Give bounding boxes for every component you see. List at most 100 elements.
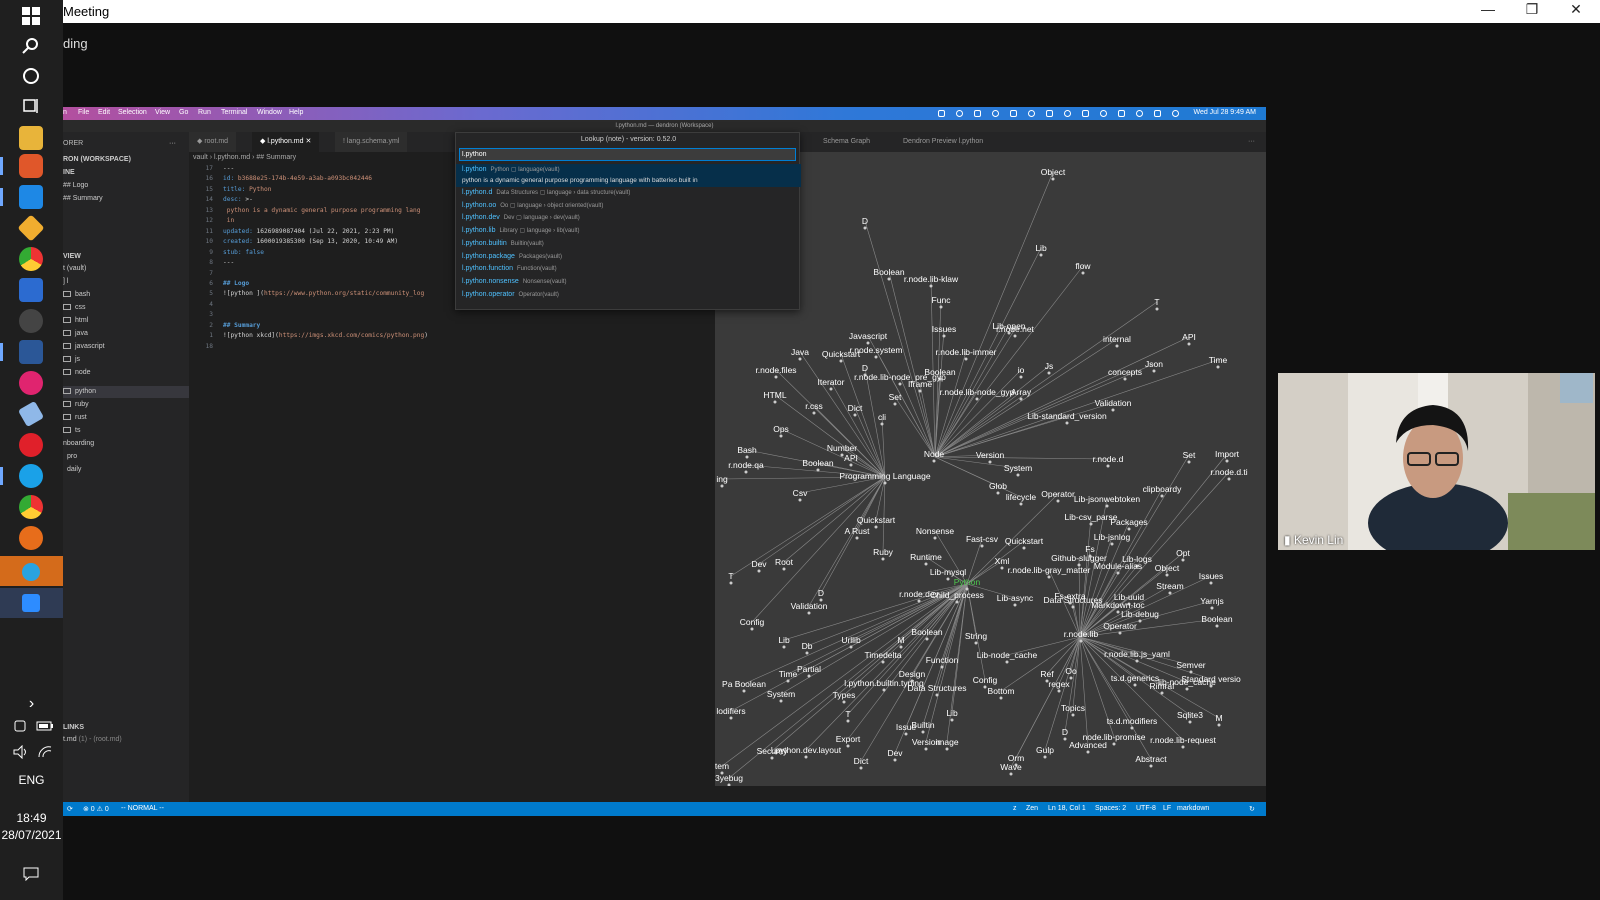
minimize-button[interactable]: — bbox=[1466, 1, 1510, 17]
graph-node-label[interactable]: Java bbox=[791, 347, 809, 357]
app-icon[interactable] bbox=[19, 309, 43, 333]
vscode-icon[interactable] bbox=[19, 185, 43, 209]
graph-node-label[interactable]: r.node.lib-immer bbox=[936, 347, 997, 357]
tree-item[interactable]: rust bbox=[63, 414, 87, 421]
graph-node-label[interactable]: regex bbox=[1048, 679, 1069, 689]
graph-node-dot[interactable] bbox=[1065, 421, 1069, 425]
graph-node-label[interactable]: Ref bbox=[1040, 669, 1053, 679]
graph-node-dot[interactable] bbox=[1110, 542, 1114, 546]
graph-node-dot[interactable] bbox=[980, 544, 984, 548]
graph-node-dot[interactable] bbox=[1210, 606, 1214, 610]
graph-node-label[interactable]: Object bbox=[1041, 167, 1066, 177]
graph-node-dot[interactable] bbox=[1047, 371, 1051, 375]
graph-node-label[interactable]: D bbox=[862, 216, 868, 226]
graph-node-dot[interactable] bbox=[1116, 571, 1120, 575]
graph-node-dot[interactable] bbox=[849, 645, 853, 649]
graph-node-dot[interactable] bbox=[933, 536, 937, 540]
show-more-chevron[interactable]: › bbox=[0, 695, 63, 713]
graph-node-label[interactable]: API bbox=[844, 453, 858, 463]
graph-node-label[interactable]: Bottom bbox=[988, 686, 1015, 696]
graph-node-label[interactable]: Function bbox=[926, 655, 959, 665]
graph-node-dot[interactable] bbox=[1071, 713, 1075, 717]
graph-node-label[interactable]: Lib-mysql bbox=[930, 567, 966, 577]
graph-node-dot[interactable] bbox=[1069, 676, 1073, 680]
graph-node-dot[interactable] bbox=[893, 758, 897, 762]
windows-icon[interactable] bbox=[19, 4, 43, 28]
firefox-icon[interactable] bbox=[19, 526, 43, 550]
backlink-item[interactable]: t.md (1) - (root.md) bbox=[63, 736, 122, 743]
graph-node-label[interactable]: Boolean bbox=[911, 627, 942, 637]
opera-icon[interactable] bbox=[19, 433, 43, 457]
graph-node-label[interactable]: lifecycle bbox=[1006, 492, 1036, 502]
graph-node-dot[interactable] bbox=[829, 387, 833, 391]
zoom-icon[interactable] bbox=[22, 594, 40, 612]
graph-node-dot[interactable] bbox=[964, 357, 968, 361]
graph-node-label[interactable]: io bbox=[1018, 365, 1025, 375]
graph-node-label[interactable]: Partial bbox=[797, 664, 821, 674]
menu-terminal[interactable]: Terminal bbox=[221, 109, 247, 116]
graph-node-dot[interactable] bbox=[935, 693, 939, 697]
graph-node-dot[interactable] bbox=[1130, 726, 1134, 730]
graph-node-label[interactable]: r.node.d bbox=[1093, 454, 1124, 464]
graph-node-dot[interactable] bbox=[883, 481, 887, 485]
graph-node-label[interactable]: clipboardy bbox=[1143, 484, 1182, 494]
participant-video[interactable]: ▮ Kevin Lin bbox=[1278, 373, 1595, 550]
graph-node-dot[interactable] bbox=[918, 389, 922, 393]
graph-node-label[interactable]: Lib bbox=[778, 635, 789, 645]
tree-item[interactable]: css bbox=[63, 304, 86, 311]
graph-node-dot[interactable] bbox=[1168, 591, 1172, 595]
graph-node-label[interactable]: Dict bbox=[854, 756, 869, 766]
graph-node-dot[interactable] bbox=[798, 498, 802, 502]
graph-node-dot[interactable] bbox=[744, 470, 748, 474]
lookup-result-item[interactable]: l.python.function Function(vault) bbox=[456, 263, 801, 275]
graph-node-dot[interactable] bbox=[1127, 527, 1131, 531]
tab-l-python-md[interactable]: ◆ l.python.md ✕ bbox=[252, 132, 320, 152]
graph-node-dot[interactable] bbox=[729, 581, 733, 585]
lookup-input[interactable] bbox=[459, 148, 796, 161]
skype-icon[interactable] bbox=[19, 464, 43, 488]
graph-node-dot[interactable] bbox=[842, 700, 846, 704]
git-icon[interactable] bbox=[17, 214, 45, 242]
graph-node-label[interactable]: Validation bbox=[1095, 398, 1132, 408]
graph-node-dot[interactable] bbox=[1135, 659, 1139, 663]
tab-lang-schema-yml[interactable]: ! lang.schema.yml bbox=[335, 132, 408, 152]
graph-node-dot[interactable] bbox=[846, 744, 850, 748]
graph-node-label[interactable]: T bbox=[728, 571, 733, 581]
graph-node-dot[interactable] bbox=[898, 382, 902, 386]
graph-node-dot[interactable] bbox=[1043, 755, 1047, 759]
volume-icon[interactable] bbox=[12, 744, 30, 760]
lookup-result-item[interactable]: l.python.lib Library ▢ language › lib(vau… bbox=[456, 225, 801, 237]
graph-node-dot[interactable] bbox=[946, 577, 950, 581]
graph-node-dot[interactable] bbox=[840, 453, 844, 457]
graph-node-dot[interactable] bbox=[1047, 575, 1051, 579]
graph-node-dot[interactable] bbox=[1106, 464, 1110, 468]
graph-node-dot[interactable] bbox=[988, 460, 992, 464]
graph-node-dot[interactable] bbox=[882, 688, 886, 692]
close-tab-icon[interactable]: ✕ bbox=[305, 138, 311, 145]
graph-node-label[interactable]: Quickstart bbox=[857, 515, 895, 525]
graph-node-dot[interactable] bbox=[750, 627, 754, 631]
graph-node-label[interactable]: System bbox=[767, 689, 795, 699]
graph-node-label[interactable]: Semver bbox=[1176, 660, 1205, 670]
graph-node-label[interactable]: Dev bbox=[887, 748, 902, 758]
graph-node-dot[interactable] bbox=[881, 660, 885, 664]
graph-node-dot[interactable] bbox=[849, 463, 853, 467]
more-actions-icon[interactable]: ··· bbox=[169, 140, 176, 147]
graph-node-label[interactable]: Bash bbox=[737, 445, 756, 455]
graph-node-label[interactable]: D bbox=[1062, 727, 1068, 737]
clock-date[interactable]: 28/07/2021 bbox=[0, 828, 63, 842]
graph-node-label[interactable]: Boolean bbox=[802, 458, 833, 468]
graph-node-dot[interactable] bbox=[924, 747, 928, 751]
graph-node-label[interactable]: tem bbox=[715, 761, 729, 771]
graph-node-label[interactable]: Js bbox=[1045, 361, 1054, 371]
graph-node-dot[interactable] bbox=[782, 645, 786, 649]
indentation[interactable]: Spaces: 2 bbox=[1095, 805, 1126, 812]
graph-node-dot[interactable] bbox=[786, 679, 790, 683]
graph-node-label[interactable]: flow bbox=[1075, 261, 1090, 271]
file-explorer-icon[interactable] bbox=[19, 126, 43, 150]
graph-node-label[interactable]: internal bbox=[1103, 334, 1131, 344]
graph-node-dot[interactable] bbox=[974, 641, 978, 645]
sync-icon[interactable]: ⟳ bbox=[67, 805, 73, 813]
tree-item[interactable]: t (vault) bbox=[63, 265, 86, 272]
graph-node-label[interactable]: 3yebug bbox=[715, 773, 743, 783]
